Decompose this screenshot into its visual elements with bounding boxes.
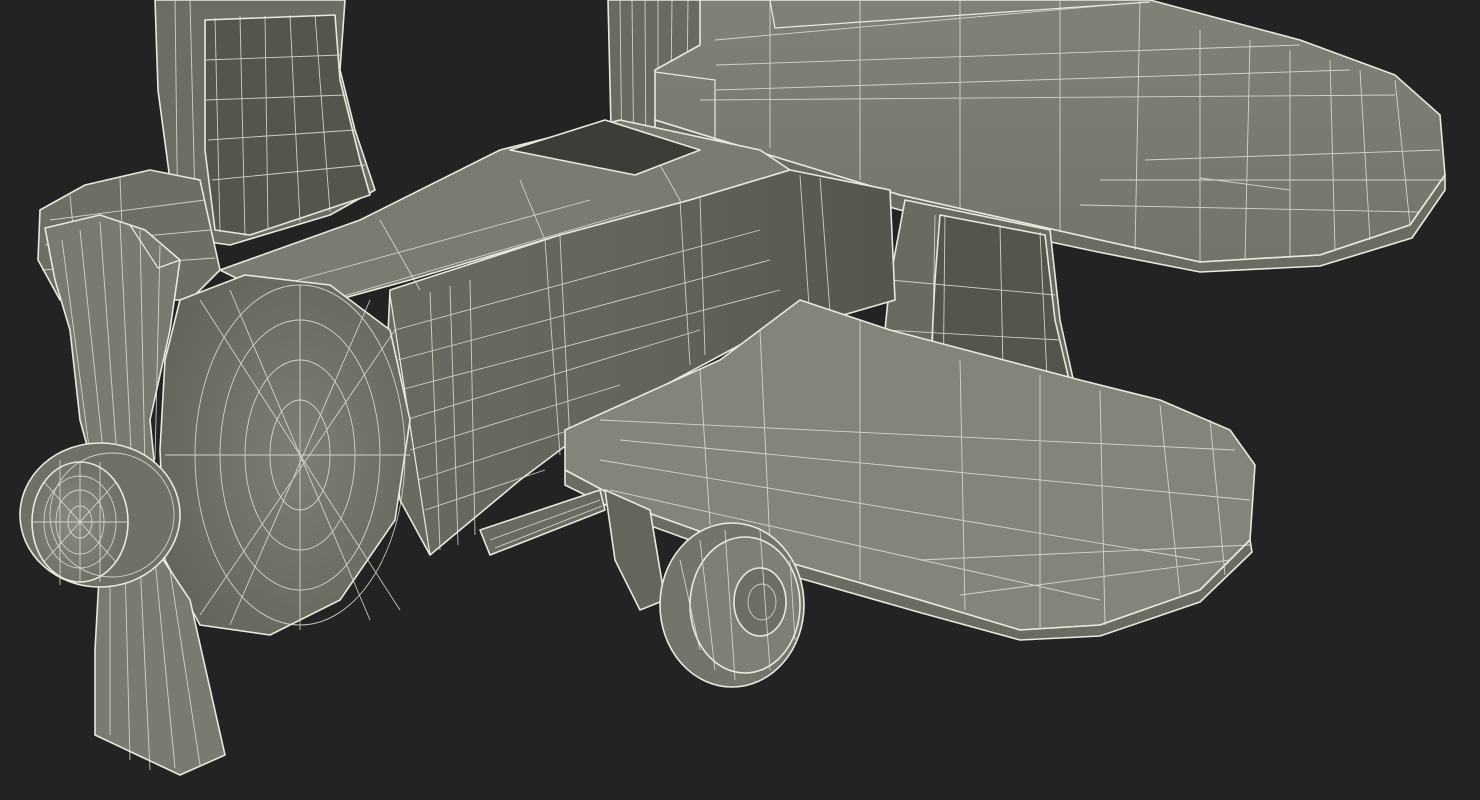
wheel xyxy=(659,522,805,688)
propeller-spinner xyxy=(19,442,181,588)
landing-gear xyxy=(479,489,666,611)
biplane-render xyxy=(19,0,1446,776)
render-viewport xyxy=(0,0,1480,800)
